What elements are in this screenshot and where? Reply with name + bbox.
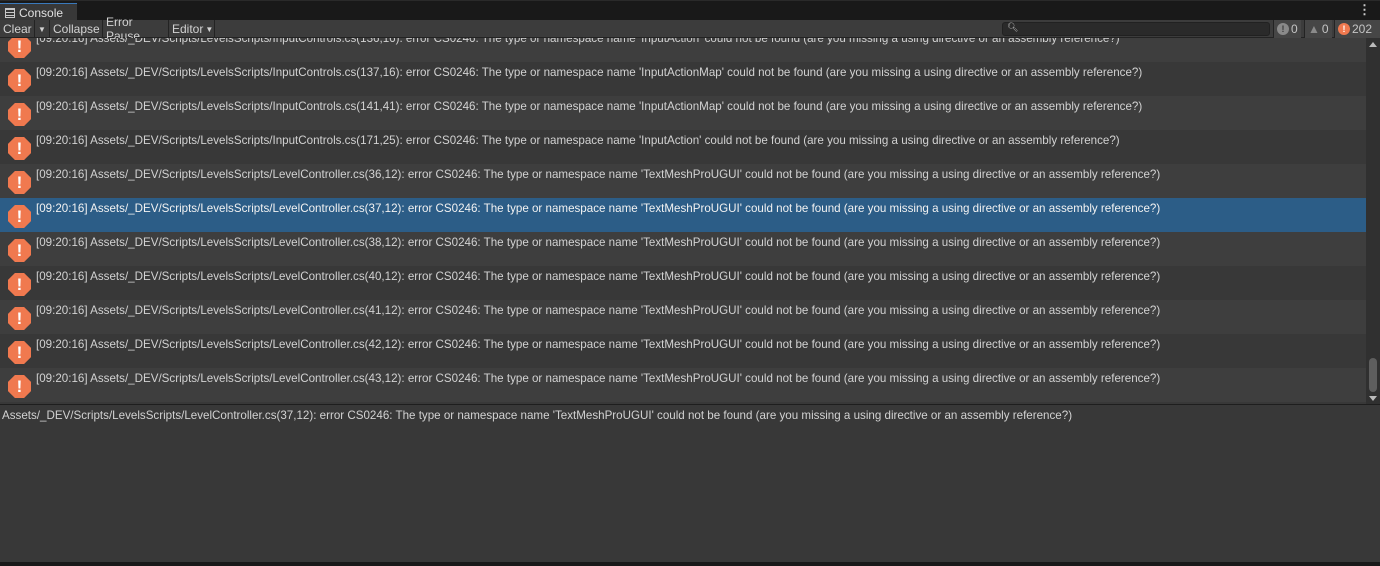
collapse-button[interactable]: Collapse [50,20,103,38]
tab-bar: Console ⋮ [0,0,1380,21]
log-list: ! [09:20:16] Assets/_DEV/Scripts/LevelsSc… [0,38,1366,404]
error-icon: ! [8,375,31,398]
log-entry[interactable]: ! [09:20:16] Assets/_DEV/Scripts/LevelsSc… [0,368,1366,402]
log-entry-text: [09:20:16] Assets/_DEV/Scripts/LevelsScr… [36,38,1120,45]
log-entry-text: [09:20:16] Assets/_DEV/Scripts/LevelsScr… [36,202,1161,215]
log-entry[interactable]: ! [09:20:16] Assets/_DEV/Scripts/LevelsSc… [0,130,1366,164]
log-entry-text: [09:20:16] Assets/_DEV/Scripts/LevelsScr… [36,236,1161,249]
log-entry[interactable]: ! [09:20:16] Assets/_DEV/Scripts/LevelsSc… [0,334,1366,368]
log-entry-text: [09:20:16] Assets/_DEV/Scripts/LevelsScr… [36,304,1161,317]
error-icon: ! [1338,23,1350,35]
log-entry[interactable]: ! [09:20:16] Assets/_DEV/Scripts/LevelsSc… [0,300,1366,334]
log-entry-text: [09:20:16] Assets/_DEV/Scripts/LevelsScr… [36,338,1161,351]
log-entry-text: [09:20:16] Assets/_DEV/Scripts/LevelsScr… [36,270,1161,283]
error-icon: ! [8,307,31,330]
console-icon [5,7,15,18]
log-entry[interactable]: ! [09:20:16] Assets/_DEV/Scripts/LevelsSc… [0,62,1366,96]
warning-icon: ▲ [1308,22,1320,36]
detail-text: Assets/_DEV/Scripts/LevelsScripts/LevelC… [2,409,1073,422]
error-toggle[interactable]: ! 202 [1334,20,1380,38]
more-options-icon[interactable]: ⋮ [1358,3,1371,16]
editor-label: Editor [172,22,204,36]
error-icon: ! [8,205,31,228]
warning-toggle[interactable]: ▲ 0 [1304,20,1332,38]
log-entry-text: [09:20:16] Assets/_DEV/Scripts/LevelsScr… [36,100,1143,113]
error-icon: ! [8,103,31,126]
scroll-down-icon[interactable] [1369,396,1377,401]
error-icon: ! [8,239,31,262]
search-input[interactable]: 🔍︎ [1002,22,1270,36]
error-icon: ! [8,38,31,58]
log-entry-text: [09:20:16] Assets/_DEV/Scripts/LevelsScr… [36,66,1143,79]
clear-button[interactable]: Clear [0,20,35,38]
log-entry-text: [09:20:16] Assets/_DEV/Scripts/LevelsScr… [36,134,1120,147]
search-icon: 🔍︎ [1007,22,1019,32]
scrollbar[interactable] [1366,38,1380,404]
error-icon: ! [8,137,31,160]
tab-console[interactable]: Console [0,3,77,21]
error-pause-button[interactable]: Error Pause [103,15,169,43]
log-entry[interactable]: ! [09:20:16] Assets/_DEV/Scripts/LevelsSc… [0,164,1366,198]
log-entry[interactable]: ! [09:20:16] Assets/_DEV/Scripts/LevelsSc… [0,38,1366,62]
error-icon: ! [8,341,31,364]
error-icon: ! [8,273,31,296]
editor-dropdown[interactable]: Editor ▼ [169,20,215,38]
tab-label: Console [19,5,64,20]
scroll-up-icon[interactable] [1369,42,1377,47]
error-count: 202 [1352,22,1373,36]
console-toolbar: Clear ▼ Collapse Error Pause Editor ▼ 🔍︎ … [0,15,1380,43]
log-entry[interactable]: ! [09:20:16] Assets/_DEV/Scripts/LevelsSc… [0,232,1366,266]
log-entry-text: [09:20:16] Assets/_DEV/Scripts/LevelsScr… [36,168,1161,181]
detail-pane: Assets/_DEV/Scripts/LevelsScripts/LevelC… [0,404,1380,562]
error-icon: ! [8,171,31,194]
chevron-down-icon: ▼ [205,24,214,34]
scrollbar-thumb[interactable] [1369,358,1377,392]
log-entry[interactable]: ! [09:20:16] Assets/_DEV/Scripts/LevelsSc… [0,198,1366,232]
info-icon: ! [1277,23,1289,35]
warning-count: 0 [1321,22,1329,36]
clear-options-dropdown[interactable]: ▼ [35,20,50,38]
log-entry[interactable]: ! [09:20:16] Assets/_DEV/Scripts/LevelsSc… [0,266,1366,300]
error-icon: ! [8,69,31,92]
log-count: 0 [1291,22,1298,36]
log-entry-text: [09:20:16] Assets/_DEV/Scripts/LevelsScr… [36,372,1161,385]
log-entry[interactable]: ! [09:20:16] Assets/_DEV/Scripts/LevelsSc… [0,96,1366,130]
log-toggle[interactable]: ! 0 [1273,20,1301,38]
